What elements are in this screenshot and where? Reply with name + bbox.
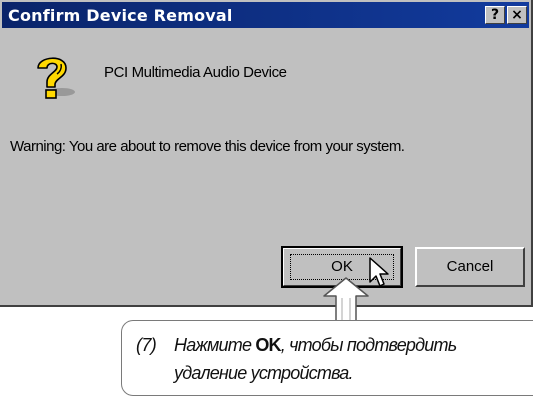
dialog-title: Confirm Device Removal [8,6,233,25]
instruction-post: , чтобы подтвердить [280,335,457,355]
confirm-device-removal-dialog: Confirm Device Removal ? × PCI Multimedi… [0,0,533,307]
instruction-line-2: удаление устройства. [174,363,353,383]
close-button[interactable]: × [507,6,527,24]
warning-message: Warning: You are about to remove this de… [10,138,405,155]
ok-button-label: OK [331,258,353,275]
instruction-ok-bold: OK [255,335,281,355]
instruction-line-1: Нажмите OK, чтобы подтвердить [174,335,457,356]
step-number: (7) [136,335,157,355]
question-icon [37,57,75,99]
cancel-button[interactable]: Cancel [415,247,525,287]
device-name-label: PCI Multimedia Audio Device [104,64,287,81]
help-button[interactable]: ? [485,6,505,24]
title-bar[interactable]: Confirm Device Removal ? × [2,2,529,28]
instruction-pre: Нажмите [174,335,252,355]
up-arrow-icon [323,277,369,322]
instruction-callout: (7) Нажмите OK, чтобы подтвердить удален… [121,320,533,396]
